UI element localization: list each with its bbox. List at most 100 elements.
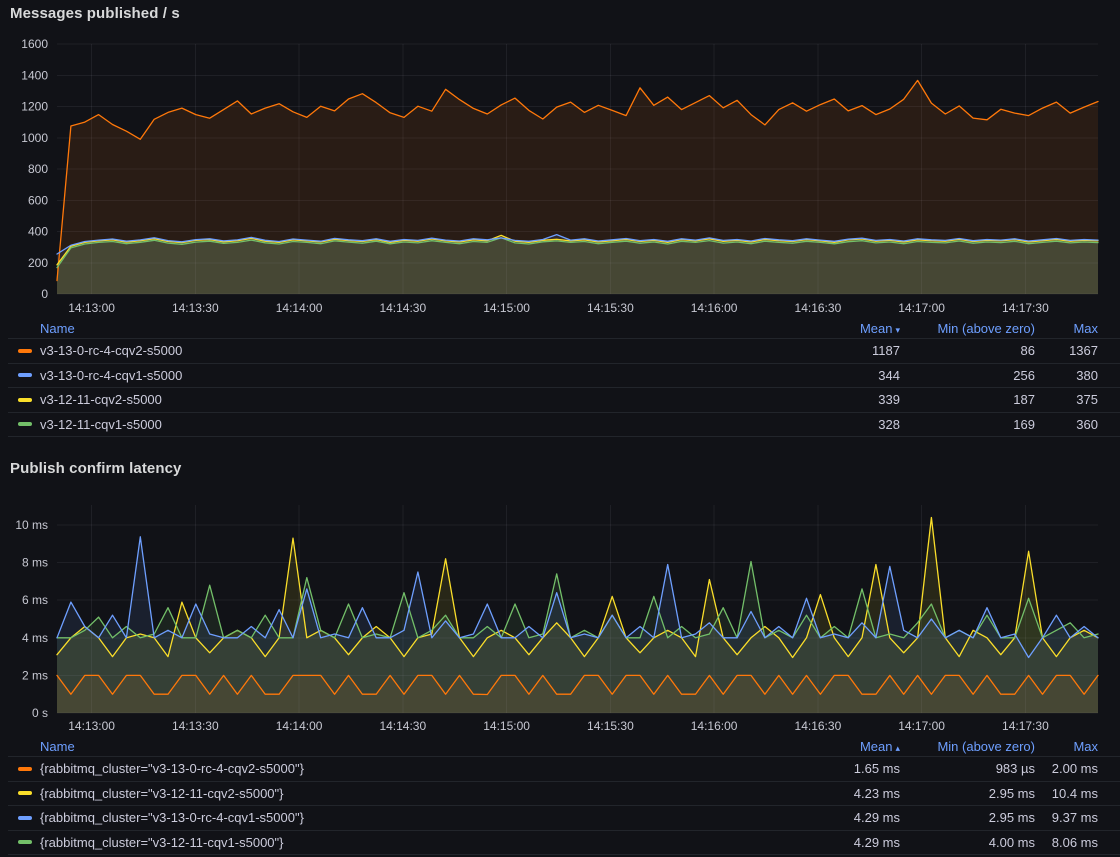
x-axis-tick-label: 14:16:00 — [691, 719, 738, 733]
series-color-swatch[interactable] — [18, 373, 32, 377]
x-axis-tick-label: 14:17:00 — [898, 301, 945, 315]
legend-col-mean[interactable]: Mean▴ — [790, 739, 900, 754]
series-name[interactable]: {rabbitmq_cluster="v3-13-0-rc-4-cqv2-s50… — [40, 761, 790, 776]
series-name[interactable]: {rabbitmq_cluster="v3-13-0-rc-4-cqv1-s50… — [40, 810, 790, 825]
series-color-swatch[interactable] — [18, 767, 32, 771]
legend-col-name[interactable]: Name — [40, 321, 790, 336]
series-color-swatch[interactable] — [18, 422, 32, 426]
legend-row[interactable]: v3-13-0-rc-4-cqv2-s5000 1187 86 1367 — [8, 339, 1120, 364]
y-axis-tick-label: 1000 — [21, 131, 48, 145]
y-axis-tick-label: 2 ms — [22, 668, 48, 682]
series-color-swatch[interactable] — [18, 840, 32, 844]
series-color-swatch[interactable] — [18, 398, 32, 402]
series-fill-v3-12-11-cqv1-s5000 — [57, 562, 1098, 714]
legend-row[interactable]: {rabbitmq_cluster="v3-13-0-rc-4-cqv1-s50… — [8, 806, 1120, 831]
x-axis-tick-label: 14:14:00 — [276, 719, 323, 733]
legend-col-min[interactable]: Min (above zero) — [900, 321, 1035, 336]
y-axis-tick-label: 4 ms — [22, 631, 48, 645]
series-name[interactable]: v3-12-11-cqv2-s5000 — [40, 392, 790, 407]
series-name[interactable]: v3-13-0-rc-4-cqv1-s5000 — [40, 368, 790, 383]
series-min-value: 256 — [900, 368, 1035, 383]
series-min-value: 2.95 ms — [900, 786, 1035, 801]
y-axis-tick-label: 400 — [28, 225, 48, 239]
x-axis-tick-label: 14:17:30 — [1002, 719, 1049, 733]
series-min-value: 2.95 ms — [900, 810, 1035, 825]
series-name[interactable]: {rabbitmq_cluster="v3-12-11-cqv1-s5000"} — [40, 835, 790, 850]
legend-row[interactable]: v3-12-11-cqv2-s5000 339 187 375 — [8, 388, 1120, 413]
legend-table-messages: Name Mean▾ Min (above zero) Max v3-13-0-… — [8, 318, 1120, 437]
y-axis-tick-label: 6 ms — [22, 593, 48, 607]
x-axis-tick-label: 14:14:30 — [379, 301, 426, 315]
series-fill-v3-12-11-cqv2-s5000 — [57, 235, 1098, 294]
series-color-swatch[interactable] — [18, 349, 32, 353]
series-max-value: 8.06 ms — [1035, 835, 1098, 850]
legend-row[interactable]: {rabbitmq_cluster="v3-12-11-cqv2-s5000"}… — [8, 782, 1120, 807]
y-axis-tick-label: 800 — [28, 162, 48, 176]
series-color-swatch[interactable] — [18, 791, 32, 795]
legend-row[interactable]: {rabbitmq_cluster="v3-12-11-cqv1-s5000"}… — [8, 831, 1120, 856]
series-min-value: 4.00 ms — [900, 835, 1035, 850]
series-min-value: 983 µs — [900, 761, 1035, 776]
legend-col-max[interactable]: Max — [1035, 739, 1098, 754]
series-name[interactable]: {rabbitmq_cluster="v3-12-11-cqv2-s5000"} — [40, 786, 790, 801]
panel-title-publish-confirm-latency[interactable]: Publish confirm latency — [10, 460, 182, 477]
legend-col-mean-label: Mean — [860, 321, 893, 336]
series-mean-value: 4.23 ms — [790, 786, 900, 801]
series-mean-value: 328 — [790, 417, 900, 432]
series-line-v3-13-0-rc-4-cqv1-s5000 — [57, 235, 1098, 254]
legend-col-max[interactable]: Max — [1035, 321, 1098, 336]
x-axis-tick-label: 14:16:30 — [795, 719, 842, 733]
legend-header-row: Name Mean▾ Min (above zero) Max — [8, 318, 1120, 339]
legend-header-row: Name Mean▴ Min (above zero) Max — [8, 736, 1120, 757]
series-mean-value: 4.29 ms — [790, 810, 900, 825]
x-axis-tick-label: 14:15:30 — [587, 719, 634, 733]
series-max-value: 360 — [1035, 417, 1098, 432]
series-line-v3-12-11-cqv2-s5000 — [57, 235, 1098, 264]
y-axis-tick-label: 600 — [28, 193, 48, 207]
x-axis-tick-label: 14:17:00 — [898, 719, 945, 733]
series-color-swatch[interactable] — [18, 816, 32, 820]
series-fill-v3-13-0-rc-4-cqv2-s5000 — [57, 80, 1098, 294]
series-max-value: 1367 — [1035, 343, 1098, 358]
series-max-value: 10.4 ms — [1035, 786, 1098, 801]
x-axis-tick-label: 14:15:00 — [483, 719, 530, 733]
series-max-value: 9.37 ms — [1035, 810, 1098, 825]
series-min-value: 169 — [900, 417, 1035, 432]
series-line-v3-12-11-cqv1-s5000 — [57, 562, 1098, 638]
series-mean-value: 344 — [790, 368, 900, 383]
series-name[interactable]: v3-12-11-cqv1-s5000 — [40, 417, 790, 432]
legend-col-name[interactable]: Name — [40, 739, 790, 754]
series-mean-value: 339 — [790, 392, 900, 407]
series-max-value: 380 — [1035, 368, 1098, 383]
y-axis-tick-label: 10 ms — [15, 518, 48, 532]
series-mean-value: 4.29 ms — [790, 835, 900, 850]
x-axis-tick-label: 14:13:00 — [68, 301, 115, 315]
y-axis-tick-label: 1400 — [21, 68, 48, 82]
x-axis-tick-label: 14:13:30 — [172, 301, 219, 315]
y-axis-tick-label: 1600 — [21, 37, 48, 51]
x-axis-tick-label: 14:13:30 — [172, 719, 219, 733]
x-axis-tick-label: 14:14:30 — [379, 719, 426, 733]
y-axis-tick-label: 200 — [28, 256, 48, 270]
legend-row[interactable]: v3-13-0-rc-4-cqv1-s5000 344 256 380 — [8, 364, 1120, 389]
x-axis-tick-label: 14:16:00 — [691, 301, 738, 315]
y-axis-tick-label: 1200 — [21, 100, 48, 114]
legend-col-mean[interactable]: Mean▾ — [790, 321, 900, 336]
series-fill-v3-13-0-rc-4-cqv1-s5000 — [57, 235, 1098, 294]
series-mean-value: 1.65 ms — [790, 761, 900, 776]
legend-swatch-spacer — [18, 326, 32, 330]
legend-col-min[interactable]: Min (above zero) — [900, 739, 1035, 754]
series-name[interactable]: v3-13-0-rc-4-cqv2-s5000 — [40, 343, 790, 358]
legend-swatch-spacer — [18, 744, 32, 748]
grafana-dashboard: 0200400600800100012001400160014:13:0014:… — [0, 0, 1120, 857]
x-axis-tick-label: 14:16:30 — [795, 301, 842, 315]
legend-row[interactable]: {rabbitmq_cluster="v3-13-0-rc-4-cqv2-s50… — [8, 757, 1120, 782]
series-max-value: 375 — [1035, 392, 1098, 407]
panel-title-messages-published[interactable]: Messages published / s — [10, 5, 180, 22]
series-fill-v3-12-11-cqv1-s5000 — [57, 238, 1098, 294]
legend-row[interactable]: v3-12-11-cqv1-s5000 328 169 360 — [8, 413, 1120, 438]
y-axis-tick-label: 8 ms — [22, 556, 48, 570]
series-mean-value: 1187 — [790, 343, 900, 358]
series-line-v3-13-0-rc-4-cqv2-s5000 — [57, 675, 1098, 694]
x-axis-tick-label: 14:13:00 — [68, 719, 115, 733]
